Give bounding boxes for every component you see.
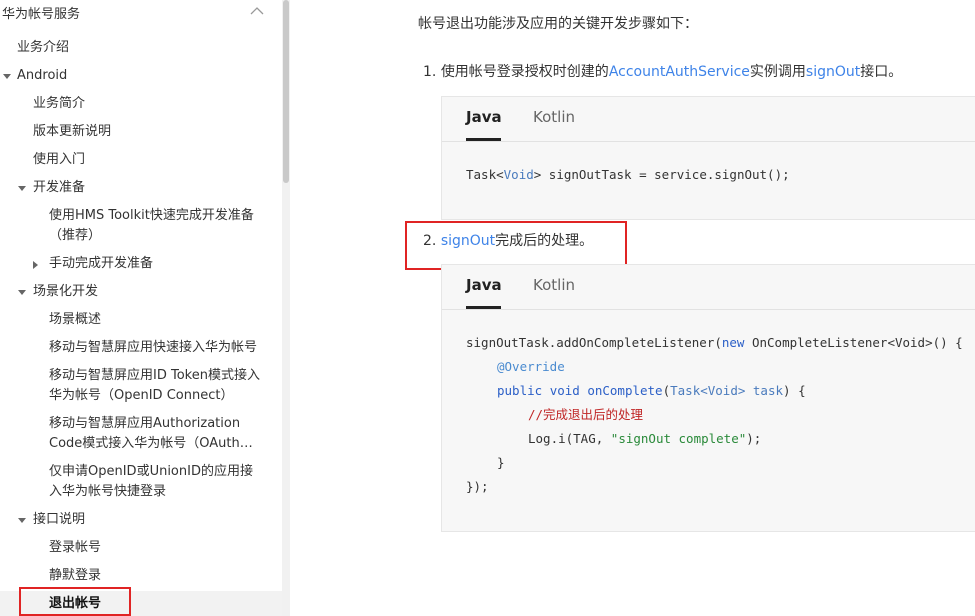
code-line: Task<Void> signOutTask = service.signOut…: [466, 167, 790, 182]
caret-down-icon[interactable]: [18, 186, 26, 191]
active-tab-indicator: [466, 306, 501, 309]
caret-down-icon[interactable]: [18, 518, 26, 523]
sidebar-item-id-token[interactable]: 移动与智慧屏应用ID Token模式接入: [49, 366, 260, 386]
active-tab-indicator: [466, 138, 501, 141]
code-line: signOutTask.addOnCompleteListener(new On…: [466, 335, 963, 350]
highlight-box-step2: [405, 221, 627, 270]
caret-down-icon[interactable]: [3, 74, 11, 79]
intro-text: 帐号退出功能涉及应用的关键开发步骤如下：: [418, 16, 698, 32]
sidebar-header[interactable]: 华为帐号服务: [0, 0, 282, 24]
step-1: 1. 使用帐号登录授权时创建的AccountAuthService实例调用sig…: [423, 62, 902, 82]
code-block-1: Java Kotlin Task<Void> signOutTask = ser…: [441, 96, 975, 220]
code-line: }: [497, 455, 505, 470]
sidebar-item-release-notes[interactable]: 版本更新说明: [33, 122, 111, 142]
code-comment: //完成退出后的处理: [528, 407, 644, 422]
code-line: @Override: [497, 359, 565, 374]
step-1-text-post: 接口。: [860, 64, 903, 80]
sidebar-item-scenario-overview[interactable]: 场景概述: [49, 310, 101, 330]
sidebar-item-auth-code-cont[interactable]: Code模式接入华为帐号（OAuth…: [49, 434, 253, 454]
sidebar-item-intro[interactable]: 业务介绍: [17, 38, 69, 58]
highlight-box-sidebar: [19, 587, 131, 616]
main-content: 帐号退出功能涉及应用的关键开发步骤如下： 1. 使用帐号登录授权时创建的Acco…: [290, 0, 975, 616]
accountauthservice-link[interactable]: AccountAuthService: [609, 64, 750, 80]
tab-kotlin[interactable]: Kotlin: [533, 107, 575, 127]
step-1-text-mid: 实例调用: [749, 64, 806, 80]
code-line: public void onComplete(Task<Void> task) …: [497, 383, 806, 398]
code-line: Log.i(TAG, "signOut complete");: [528, 431, 762, 446]
code-tabs: Java Kotlin: [442, 97, 975, 142]
sidebar-item-openid-only[interactable]: 仅申请OpenID或UnionID的应用接: [49, 462, 253, 482]
sidebar-item-auth-code[interactable]: 移动与智慧屏应用Authorization: [49, 414, 240, 434]
tab-java[interactable]: Java: [466, 107, 502, 127]
caret-down-icon[interactable]: [18, 290, 26, 295]
tab-kotlin[interactable]: Kotlin: [533, 275, 575, 295]
chevron-up-icon[interactable]: [248, 2, 266, 20]
sidebar-title: 华为帐号服务: [2, 7, 81, 22]
sidebar-item-openid-only-cont[interactable]: 入华为帐号快捷登录: [49, 482, 166, 502]
sidebar-item-getting-started[interactable]: 使用入门: [33, 150, 85, 170]
sidebar-item-manual-prep[interactable]: 手动完成开发准备: [49, 254, 153, 274]
step-1-number: 1.: [423, 64, 437, 80]
code-block-2: Java Kotlin signOutTask.addOnCompleteLis…: [441, 264, 975, 532]
sidebar-item-hms-toolkit[interactable]: 使用HMS Toolkit快速完成开发准备: [49, 206, 254, 226]
code-line: });: [466, 479, 489, 494]
sidebar-scrollbar[interactable]: [282, 0, 290, 616]
tab-java[interactable]: Java: [466, 275, 502, 295]
sidebar-item-scenario-dev[interactable]: 场景化开发: [33, 282, 98, 302]
sidebar-nav: 华为帐号服务 业务介绍 Android 业务简介 版本更新说明 使用入门 开发准…: [0, 0, 282, 616]
caret-right-icon[interactable]: [33, 261, 38, 269]
sidebar-item-hms-toolkit-suffix[interactable]: （推荐）: [49, 226, 101, 246]
sidebar-item-android[interactable]: Android: [17, 66, 67, 86]
code-tabs: Java Kotlin: [442, 265, 975, 310]
scrollbar-thumb[interactable]: [283, 0, 289, 183]
sidebar-item-sign-in[interactable]: 登录帐号: [49, 538, 101, 558]
sidebar-item-dev-prep[interactable]: 开发准备: [33, 178, 85, 198]
sidebar-item-silent-sign-in[interactable]: 静默登录: [49, 566, 101, 586]
signout-link[interactable]: signOut: [806, 64, 860, 80]
step-1-text-pre: 使用帐号登录授权时创建的: [440, 64, 609, 80]
sidebar-item-id-token-cont[interactable]: 华为帐号（OpenID Connect）: [49, 386, 233, 406]
sidebar-item-quick-access[interactable]: 移动与智慧屏应用快速接入华为帐号: [49, 338, 257, 358]
sidebar-item-api[interactable]: 接口说明: [33, 510, 85, 530]
sidebar-item-overview[interactable]: 业务简介: [33, 94, 85, 114]
